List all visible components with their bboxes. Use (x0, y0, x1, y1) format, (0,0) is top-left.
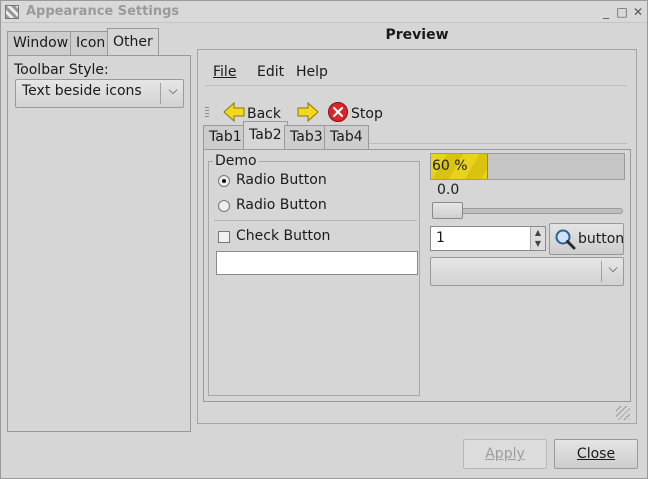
resize-grip[interactable] (616, 406, 630, 420)
spin-arrows[interactable]: ▲ ▼ (530, 227, 545, 250)
toolbar-style-label: Toolbar Style: (14, 62, 109, 78)
radio-button-2-label: Radio Button (236, 197, 327, 213)
apply-button[interactable]: Apply (463, 439, 547, 469)
spin-button[interactable]: 1 ▲ ▼ (430, 226, 546, 251)
check-button-label: Check Button (236, 228, 331, 244)
menu-bar: File Edit Help (205, 56, 627, 86)
menu-help[interactable]: Help (296, 64, 328, 80)
demo-group-title: Demo (213, 153, 259, 169)
tab-tab1[interactable]: Tab1 (203, 125, 248, 149)
close-button[interactable]: Close (554, 439, 638, 469)
radio-button-1-label: Radio Button (236, 172, 327, 188)
radio-button-2[interactable] (218, 200, 230, 212)
tab-tab2[interactable]: Tab2 (243, 121, 288, 149)
menu-file[interactable]: File (213, 64, 236, 80)
demo-separator (214, 220, 417, 221)
stop-button[interactable]: Stop (327, 100, 387, 126)
tab-icon[interactable]: Icon (70, 31, 112, 55)
app-icon (5, 5, 19, 19)
chevron-down-icon[interactable]: ▼ (531, 238, 545, 249)
forward-button[interactable] (297, 100, 321, 126)
tab-tab3[interactable]: Tab3 (284, 125, 329, 149)
radio-button-1[interactable] (218, 175, 230, 187)
progress-label: 60 % (432, 158, 468, 174)
arrow-right-icon (297, 101, 319, 123)
preview-combo[interactable]: ⌵ (430, 257, 624, 286)
menu-edit[interactable]: Edit (257, 64, 284, 80)
stop-icon (328, 102, 348, 122)
chevron-up-icon[interactable]: ▲ (531, 227, 545, 238)
preview-title: Preview (385, 27, 449, 43)
demo-text-entry[interactable] (216, 251, 418, 275)
check-button[interactable] (218, 231, 230, 243)
spin-value: 1 (436, 230, 445, 246)
search-icon (555, 229, 576, 250)
progress-bar: 60 % (430, 153, 625, 180)
window-title: Appearance Settings (26, 4, 180, 19)
search-button[interactable]: button (549, 223, 624, 255)
chevron-down-icon: ⌵ (168, 83, 178, 97)
other-tab-panel: Toolbar Style: Text beside icons ⌵ (7, 55, 191, 432)
arrow-left-icon (223, 101, 245, 123)
toolbar-style-combo[interactable]: Text beside icons ⌵ (15, 79, 184, 108)
close-window-button[interactable]: ✕ (629, 3, 647, 21)
slider-value: 0.0 (437, 182, 460, 198)
chevron-down-icon: ⌵ (608, 261, 618, 275)
tab-other[interactable]: Other (107, 28, 159, 56)
title-bar: Appearance Settings _ □ ✕ (1, 1, 647, 23)
tab-window[interactable]: Window (7, 31, 75, 55)
toolbar-style-value: Text beside icons (22, 83, 142, 99)
appearance-settings-window: Appearance Settings _ □ ✕ Window Icon Ot… (0, 0, 648, 479)
tab-tab4[interactable]: Tab4 (324, 125, 369, 149)
toolbar-grip[interactable] (205, 107, 209, 117)
slider-handle[interactable] (432, 202, 463, 219)
